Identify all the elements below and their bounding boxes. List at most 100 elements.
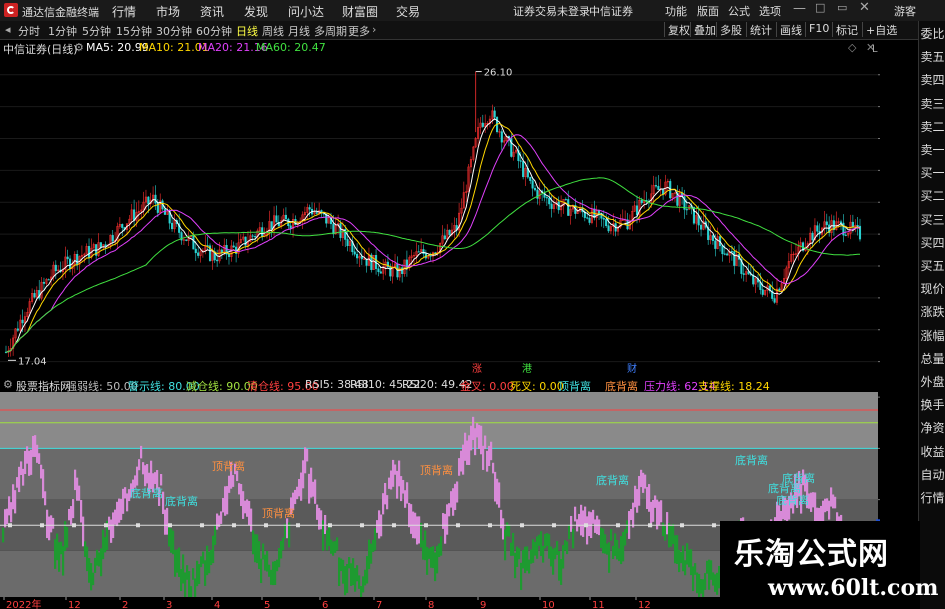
btn-adjust[interactable]: 复权	[664, 22, 693, 37]
rsi-band	[24, 450, 27, 475]
btn-f10[interactable]: F10	[805, 22, 832, 37]
candle-body	[726, 253, 729, 256]
restore-icon[interactable]: □	[815, 1, 825, 14]
rsi-band	[356, 565, 359, 582]
rsi-band	[240, 483, 243, 507]
btn-overlay[interactable]: 叠加	[690, 22, 719, 37]
candle-body	[227, 254, 231, 257]
chevron-right-icon[interactable]: ›	[372, 23, 376, 36]
tf-5min[interactable]: 5分钟	[82, 23, 111, 39]
candle-body	[586, 217, 589, 219]
rsi-band	[382, 493, 385, 515]
maximize-icon[interactable]: ▭	[837, 1, 847, 14]
event-marker[interactable]: 港	[522, 363, 532, 375]
rsi-band	[652, 499, 655, 522]
rsi-band	[510, 542, 513, 556]
rsi-band	[704, 573, 707, 590]
btn-add-watchlist[interactable]: +自选	[862, 22, 900, 37]
tf-60min[interactable]: 60分钟	[196, 23, 232, 39]
candle-body	[275, 215, 278, 223]
trade-login-status[interactable]: 证券交易未登录	[513, 3, 590, 19]
stock-name[interactable]: 中信证券(日线)	[3, 41, 78, 57]
rsi-band	[134, 475, 137, 488]
btn-stats[interactable]: 统计	[746, 22, 775, 37]
rsi-band	[82, 516, 85, 547]
menu-options[interactable]: 选项	[759, 3, 781, 19]
rsi-band	[430, 547, 433, 568]
rsi-band	[630, 509, 633, 521]
menu-discover[interactable]: 发现	[244, 3, 268, 20]
rsi-band	[76, 477, 79, 501]
btn-multistock[interactable]: 多股	[716, 22, 745, 37]
rsi-band	[574, 506, 577, 522]
rsi-band	[16, 477, 19, 488]
divergence-label: 底背离	[165, 494, 198, 508]
rsi-band	[814, 492, 817, 524]
midline-dot	[168, 523, 172, 528]
rsi-band	[708, 559, 711, 590]
btn-draw[interactable]: 画线	[776, 22, 805, 37]
rsi-band	[640, 469, 643, 488]
minimize-icon[interactable]: —	[793, 1, 806, 16]
watermark-title: 乐淘公式网	[734, 537, 889, 572]
event-marker[interactable]: 涨	[472, 363, 482, 375]
settings-icon[interactable]: ⚙	[74, 41, 84, 54]
divergence-label: 底背离	[596, 473, 629, 487]
quote-field-20: 行情	[920, 491, 945, 505]
rsi-band	[694, 563, 697, 575]
tf-daily[interactable]: 日线	[236, 23, 258, 39]
rsi-band	[244, 500, 247, 514]
candle-body	[657, 185, 660, 190]
candle-body	[548, 197, 551, 205]
rsi-band	[126, 493, 129, 512]
rsi-band	[458, 458, 461, 476]
rsi-band	[376, 520, 379, 533]
rsi-band	[690, 549, 693, 576]
midline-dot	[264, 523, 268, 528]
arrow-left-icon[interactable]: ◂	[5, 23, 11, 36]
rsi-band	[232, 475, 235, 487]
tf-weekly[interactable]: 周线	[262, 23, 284, 39]
event-marker[interactable]: 财	[627, 362, 637, 375]
menu-quotes[interactable]: 行情	[112, 3, 136, 20]
indicator-settings-icon[interactable]: ⚙	[3, 378, 13, 391]
rsi-band	[636, 489, 639, 513]
menu-function[interactable]: 功能	[665, 3, 687, 19]
rsi-band	[456, 481, 459, 503]
divergence-label: 底背离	[130, 486, 163, 500]
menu-layout[interactable]: 版面	[697, 3, 719, 19]
diamond-icon[interactable]: ◇	[848, 41, 856, 54]
title-bar: 通达信金融终端 行情 市场 资讯 发现 问小达 财富圈 交易 证券交易未登录 中…	[0, 0, 945, 22]
rsi-band	[144, 465, 147, 487]
tf-more[interactable]: 更多	[348, 23, 370, 39]
quote-field-2: 卖四	[920, 73, 945, 88]
rsi-band	[610, 529, 613, 541]
menu-formula[interactable]: 公式	[728, 3, 750, 19]
rsi-band	[686, 543, 689, 565]
tf-monthly[interactable]: 月线	[288, 23, 310, 39]
menu-news[interactable]: 资讯	[200, 3, 224, 20]
close-icon[interactable]: ✕	[859, 0, 870, 15]
ma-line-20	[5, 134, 861, 353]
tf-1min[interactable]: 1分钟	[48, 23, 77, 39]
rsi-band	[282, 537, 285, 551]
rsi-band	[206, 545, 209, 576]
rsi-band	[832, 494, 835, 509]
menu-trade[interactable]: 交易	[396, 3, 420, 20]
tf-30min[interactable]: 30分钟	[156, 23, 192, 39]
btn-mark[interactable]: 标记	[832, 22, 861, 37]
menu-market[interactable]: 市场	[156, 3, 180, 20]
guest-label[interactable]: 游客	[894, 3, 916, 19]
tf-15min[interactable]: 15分钟	[116, 23, 152, 39]
candle-body	[216, 259, 219, 262]
tf-multi[interactable]: 多周期	[314, 23, 347, 39]
candle-body	[147, 196, 150, 205]
menu-wealth[interactable]: 财富圈	[342, 3, 378, 20]
menu-ask[interactable]: 问小达	[288, 3, 324, 20]
candlestick-chart[interactable]: 26.0025.0024.0023.0022.0021.0020.0019.00…	[0, 56, 880, 376]
rsi-band	[116, 501, 119, 527]
tf-intraday[interactable]: 分时	[18, 23, 40, 39]
rsi-band	[212, 535, 215, 564]
rsi-band	[530, 549, 533, 564]
rsi-band	[8, 496, 11, 516]
